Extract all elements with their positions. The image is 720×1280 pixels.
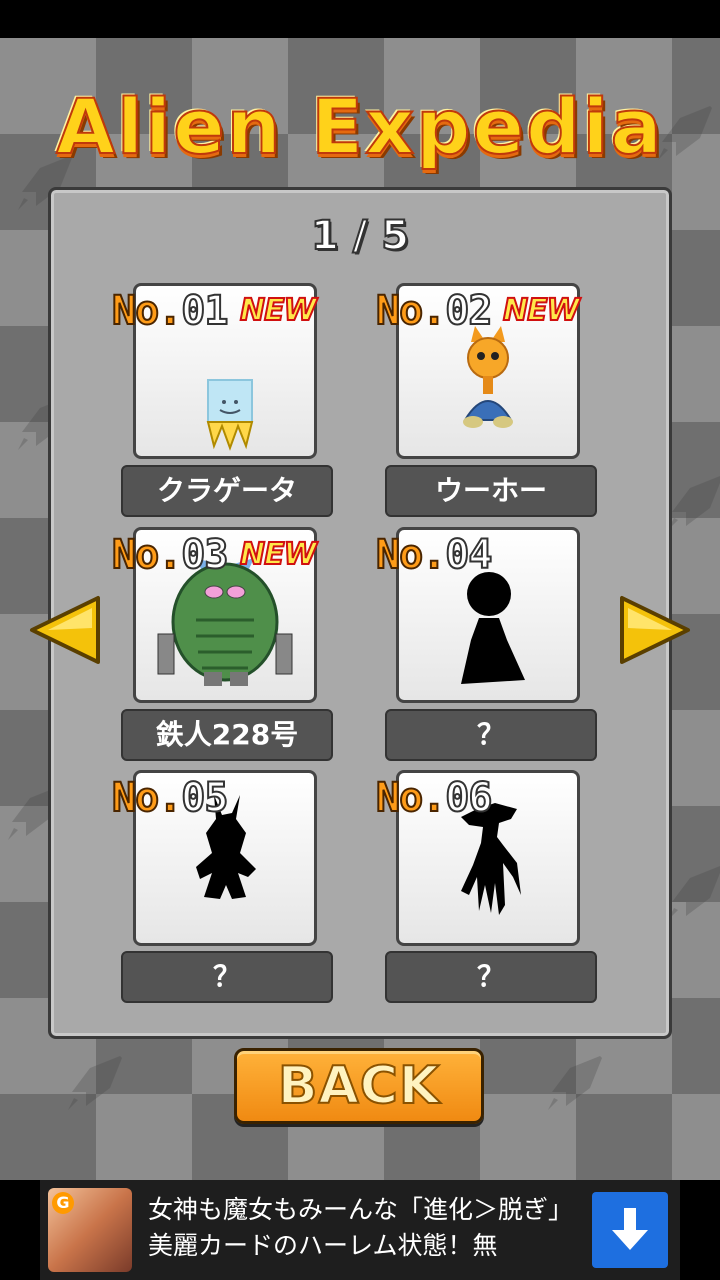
back-button[interactable]: BACK [234,1048,484,1124]
alien-name: ？ [121,951,333,1003]
number-prefix: No. [111,531,183,579]
number-digits: 06 [444,774,493,822]
new-badge: NEW [502,292,581,329]
alien-name: ？ [385,951,597,1003]
card-number: No.02 [375,287,493,335]
card-number: No.04 [375,531,493,579]
alien-name: ウーホー [385,465,597,517]
ad-brand-badge: G [52,1192,74,1214]
game-screen: Alien Expedia 1 / 5 No.01 NEW クラゲータ No.0… [0,0,720,1280]
number-digits: 02 [444,287,493,335]
number-prefix: No. [111,774,183,822]
card-number: No.03 [111,531,229,579]
download-icon [612,1208,648,1250]
page-title: Alien Expedia [55,81,664,172]
alien-name: 鉄人228号 [121,709,333,761]
ad-thumbnail[interactable]: G [48,1188,132,1272]
number-digits: 01 [180,287,229,335]
ad-download-button[interactable] [592,1192,668,1268]
status-bar [0,0,720,38]
rocket-icon [68,1056,122,1110]
rocket-icon [548,1056,602,1110]
new-badge: NEW [239,536,318,573]
card-number: No.05 [111,774,229,822]
right-arrow-icon[interactable] [618,594,692,666]
new-badge: NEW [239,292,318,329]
number-digits: 04 [444,531,493,579]
number-prefix: No. [375,774,447,822]
number-prefix: No. [375,531,447,579]
number-digits: 05 [180,774,229,822]
alien-name: クラゲータ [121,465,333,517]
left-arrow-icon[interactable] [28,594,102,666]
ad-banner[interactable]: G 女神も魔女もみーんな「進化＞脱ぎ」 美麗カードのハーレム状態！無 [0,1180,720,1280]
number-digits: 03 [180,531,229,579]
number-prefix: No. [111,287,183,335]
page-indicator: 1 / 5 [310,212,410,260]
ad-text[interactable]: 女神も魔女もみーんな「進化＞脱ぎ」 美麗カードのハーレム状態！無 [148,1192,578,1276]
alien-name: ？ [385,709,597,761]
number-prefix: No. [375,287,447,335]
ad-content[interactable]: G 女神も魔女もみーんな「進化＞脱ぎ」 美麗カードのハーレム状態！無 [40,1180,680,1280]
card-number: No.01 [111,287,229,335]
card-number: No.06 [375,774,493,822]
